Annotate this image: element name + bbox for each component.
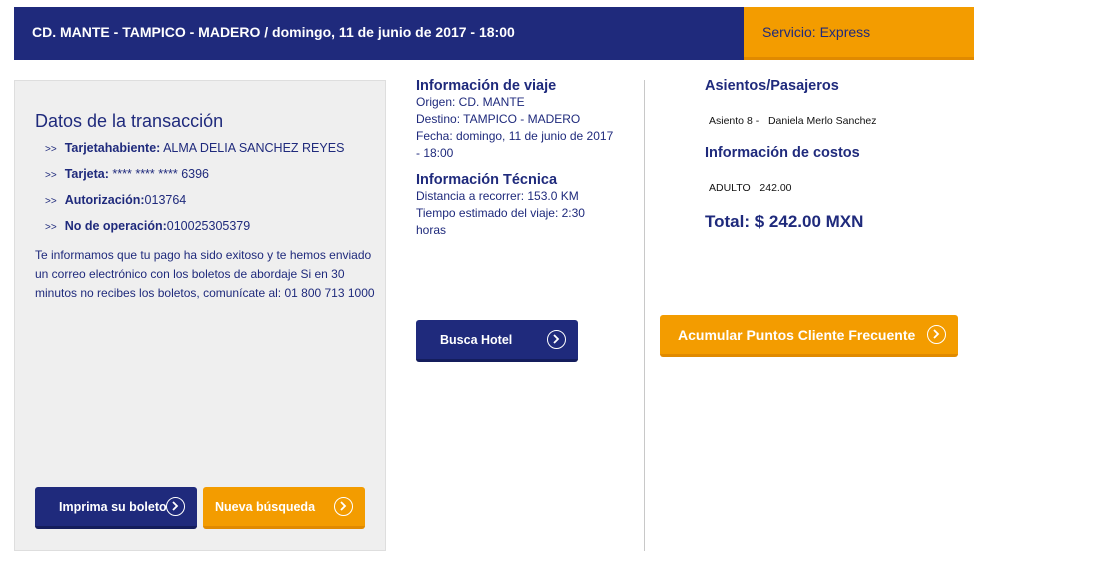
cost-row: ADULTO 242.00 [709,182,965,194]
trip-origin: Origen: CD. MANTE [416,95,525,109]
cardholder-value: ALMA DELIA SANCHEZ REYES [160,141,345,155]
trip-duration: Tiempo estimado del viaje: 2:30 horas [416,206,585,237]
search-hotel-button[interactable]: Busca Hotel [416,320,578,362]
card-value: **** **** **** 6396 [108,167,209,181]
seat-row: Asiento 8 - Daniela Merlo Sanchez [709,115,965,127]
cardholder-row: >> Tarjetahabiente: ALMA DELIA SANCHEZ RE… [45,139,344,165]
technical-info-title: Información Técnica [416,172,558,188]
new-search-label: Nueva búsqueda [215,500,316,514]
authorization-row: >> Autorización:013764 [45,191,344,217]
print-ticket-button[interactable]: Imprima su boleto [35,487,197,529]
operation-label: No de operación: [64,219,167,233]
trip-header: CD. MANTE - TAMPICO - MADERO / domingo, … [14,7,974,60]
transaction-details: >> Tarjetahabiente: ALMA DELIA SANCHEZ RE… [45,139,344,243]
new-search-button[interactable]: Nueva búsqueda [203,487,365,529]
trip-destination: Destino: TAMPICO - MADERO [416,112,581,126]
seats-costs-column: Asientos/Pasajeros Asiento 8 - Daniela M… [705,78,965,232]
trip-date: Fecha: domingo, 11 de junio de 2017 - 18… [416,129,614,160]
authorization-label: Autorización: [64,193,145,207]
cardholder-label: Tarjetahabiente: [64,141,161,155]
trip-info-column: Información de viaje Origen: CD. MANTE D… [416,78,616,239]
service-type-badge: Servicio: Express [744,7,974,60]
chevron-right-icon [547,330,566,349]
operation-row: >> No de operación:010025305379 [45,217,344,243]
bullet-arrow-icon: >> [45,222,57,233]
bullet-arrow-icon: >> [45,196,57,207]
fare-amount: 242.00 [759,182,792,194]
trip-info-title: Información de viaje [416,78,557,94]
column-divider [644,80,645,551]
frequent-customer-points-label: Acumular Puntos Cliente Frecuente [678,327,916,343]
frequent-customer-points-button[interactable]: Acumular Puntos Cliente Frecuente [660,315,958,357]
authorization-value: 013764 [144,193,187,207]
chevron-right-icon [927,325,946,344]
chevron-right-icon [166,497,185,516]
total-amount: Total: $ 242.00 MXN [705,212,864,231]
passenger-name: Daniela Merlo Sanchez [767,115,877,127]
search-hotel-label: Busca Hotel [440,333,513,347]
costs-title: Información de costos [705,145,860,161]
operation-value: 010025305379 [166,219,251,233]
card-row: >> Tarjeta: **** **** **** 6396 [45,165,344,191]
transaction-panel: Datos de la transacción >> Tarjetahabient… [14,80,386,551]
payment-success-message: Te informamos que tu pago ha sido exitos… [35,248,375,300]
chevron-right-icon [334,497,353,516]
bullet-arrow-icon: >> [45,170,57,181]
seat-number: Asiento 8 - [709,115,760,127]
transaction-title: Datos de la transacción [35,111,224,131]
route-title: CD. MANTE - TAMPICO - MADERO / domingo, … [14,7,744,60]
seats-title: Asientos/Pasajeros [705,78,839,94]
bullet-arrow-icon: >> [45,144,57,155]
fare-type: ADULTO [709,182,751,194]
print-ticket-label: Imprima su boleto [59,500,167,514]
trip-distance: Distancia a recorrer: 153.0 KM [416,189,579,203]
card-label: Tarjeta: [64,167,109,181]
